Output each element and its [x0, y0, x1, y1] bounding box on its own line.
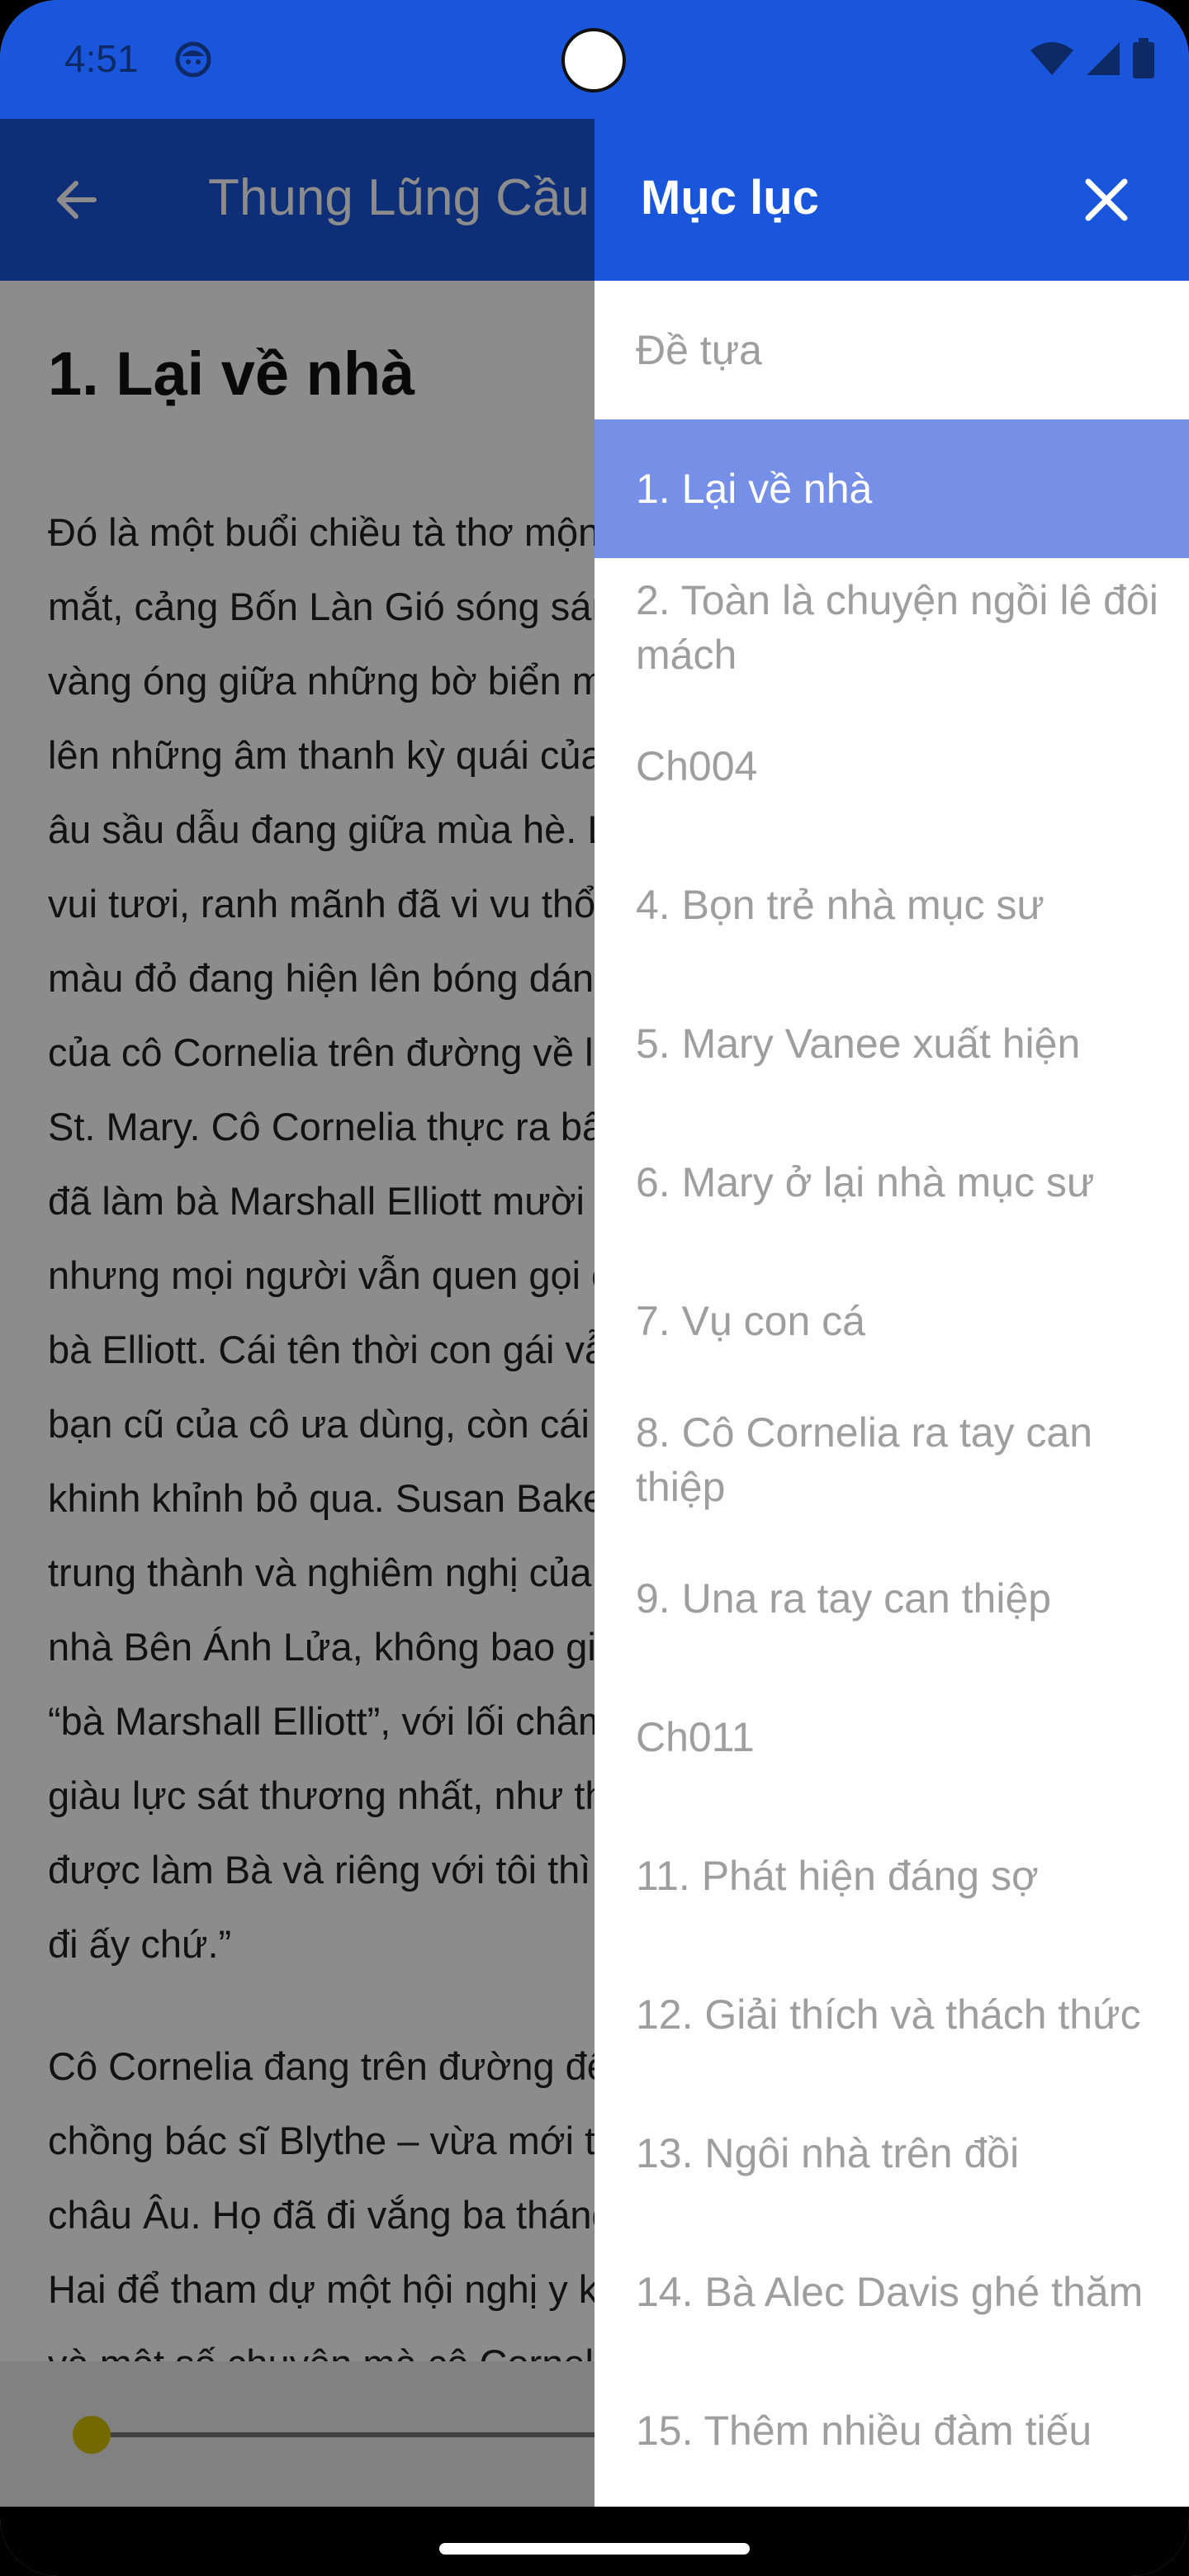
- drawer-header: Mục lục: [594, 119, 1189, 281]
- battery-icon: [1131, 38, 1156, 83]
- toc-item[interactable]: 12. Giải thích và thách thức: [594, 1945, 1189, 2084]
- toc-item[interactable]: 8. Cô Cornelia ra tay can thiệp: [594, 1390, 1189, 1529]
- drawer-title: Mục lục: [641, 171, 819, 225]
- toc-item[interactable]: 15. Thêm nhiều đàm tiếu: [594, 2361, 1189, 2500]
- status-icons: [1029, 38, 1156, 83]
- wifi-icon: [1029, 39, 1075, 83]
- toc-item[interactable]: 6. Mary ở lại nhà mục sư: [594, 1113, 1189, 1252]
- system-nav-bar: [0, 2507, 1189, 2576]
- toc-item[interactable]: Ch004: [594, 697, 1189, 836]
- close-icon[interactable]: [1080, 173, 1133, 226]
- camera-cutout: [561, 28, 626, 92]
- toc-item[interactable]: Ch011: [594, 1668, 1189, 1807]
- signal-icon: [1083, 39, 1123, 83]
- toc-item[interactable]: 14. Bà Alec Davis ghé thăm: [594, 2223, 1189, 2361]
- toc-item[interactable]: 5. Mary Vanee xuất hiện: [594, 974, 1189, 1113]
- screen: 4:51 Thung Lũng Cầu Vồng 1. Lại về nhà Đ…: [0, 0, 1189, 2576]
- status-bar: 4:51: [0, 0, 1189, 119]
- toc-item[interactable]: Đề tựa: [594, 281, 1189, 419]
- status-time: 4:51: [64, 37, 139, 80]
- toc-item[interactable]: 11. Phát hiện đáng sợ: [594, 1807, 1189, 1945]
- toc-item[interactable]: 2. Toàn là chuyện ngồi lê đôi mách: [594, 558, 1189, 697]
- toc-item[interactable]: 7. Vụ con cá: [594, 1252, 1189, 1390]
- home-gesture-handle[interactable]: [439, 2543, 750, 2555]
- toc-item[interactable]: 9. Una ra tay can thiệp: [594, 1529, 1189, 1668]
- face-icon: [173, 40, 213, 83]
- toc-item-active[interactable]: 1. Lại về nhà: [594, 419, 1189, 558]
- toc-drawer: Mục lục Đề tựa 1. Lại về nhà 2. Toàn là …: [594, 119, 1189, 2507]
- toc-item[interactable]: 4. Bọn trẻ nhà mục sư: [594, 836, 1189, 974]
- toc-item[interactable]: 13. Ngôi nhà trên đồi: [594, 2084, 1189, 2223]
